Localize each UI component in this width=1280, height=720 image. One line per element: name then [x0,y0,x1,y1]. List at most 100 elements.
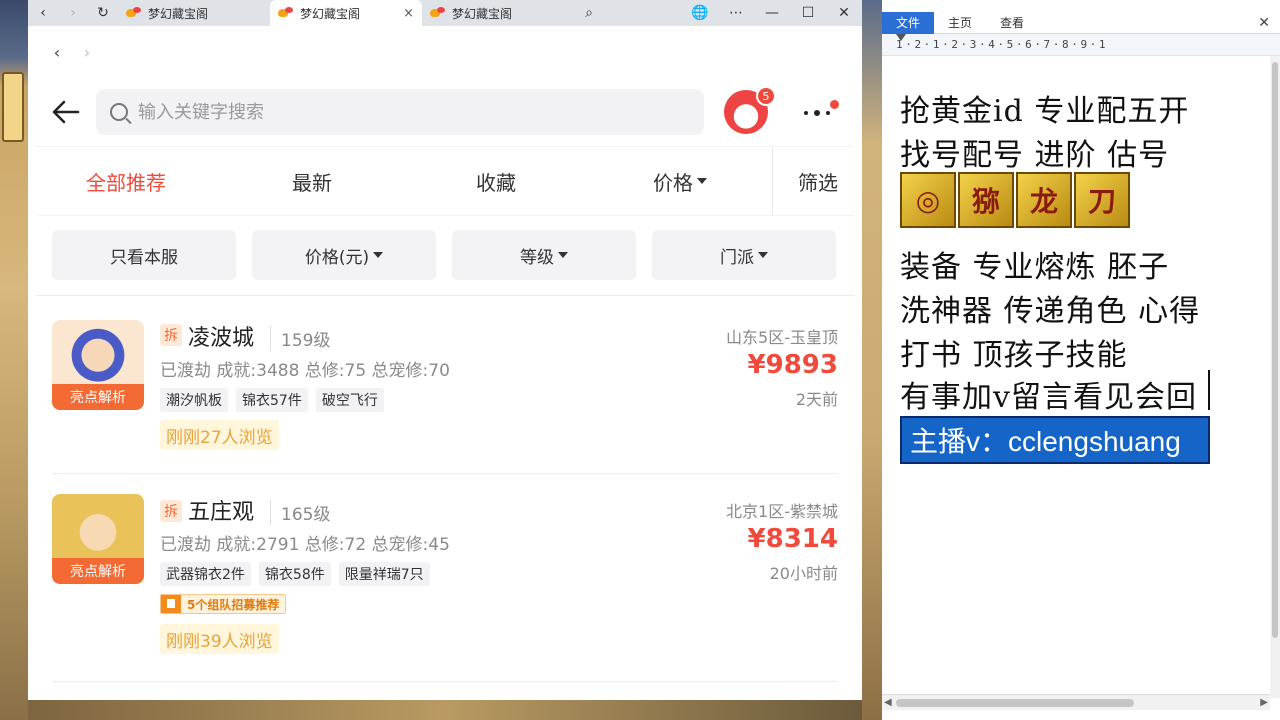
page-forward-icon[interactable]: › [72,26,102,78]
tab-title: 梦幻藏宝阁 [148,6,209,21]
caret-down-icon [373,252,384,258]
scrollbar-thumb[interactable] [1272,62,1278,638]
tab-price-label: 价格 [653,170,693,195]
team-recruit-text: 5个组队招募推荐 [187,597,280,612]
caret-down-icon [697,178,707,184]
site-favicon-icon [430,7,446,19]
browser-tab-2[interactable]: 梦幻藏宝阁 × [270,0,422,26]
tab-all-recommended[interactable]: 全部推荐 [56,147,196,215]
tab-favorites[interactable]: 收藏 [426,147,566,215]
list-item[interactable]: 亮点解析 拆 五庄观 165级 已渡劫 成就:2791 总修:72 总宠修:45… [36,474,854,682]
horizontal-scrollbar[interactable]: ◀ ▶ [882,694,1270,710]
emblem-image: 猕 [958,172,1014,228]
character-level: 159级 [270,326,330,351]
editor-title-strip [882,0,1280,12]
more-options-icon[interactable] [802,98,839,126]
document-line: 装备 专业熔炼 胚子 [900,250,1170,285]
caret-down-icon [558,252,568,258]
user-avatar[interactable]: 5 [724,86,776,134]
close-icon[interactable]: ✕ [1258,15,1270,31]
ribbon-tab-view[interactable]: 查看 [986,12,1038,34]
text-cursor [1208,370,1210,410]
minimize-icon[interactable]: — [754,0,790,26]
server-name: 山东5区-玉皇顶 [726,328,838,347]
character-stats: 已渡劫 成就:3488 总修:75 总宠修:70 [160,361,450,381]
split-badge: 拆 [160,324,182,346]
tab-price[interactable]: 价格 [610,147,750,215]
filter-price[interactable]: 价格(元) [252,230,436,280]
search-box[interactable] [96,89,704,135]
feature-tags: 武器锦衣2件 锦衣58件 限量祥瑞7只 [160,562,438,586]
back-arrow-icon[interactable] [36,78,96,146]
page-nav-bar: ‹ › [28,26,862,78]
document-line: 有事加v留言看见会回 [900,380,1197,415]
character-portrait [52,494,144,558]
back-icon[interactable]: ‹ [28,0,58,26]
highlight-analysis-tag: 亮点解析 [52,558,144,584]
forward-icon[interactable]: › [58,0,88,26]
browser-tab-1[interactable]: 梦幻藏宝阁 [118,0,270,26]
filter-level[interactable]: 等级 [452,230,636,280]
feature-tag: 武器锦衣2件 [160,562,251,586]
document-line: 找号配号 进阶 估号 [900,138,1170,173]
tab-filter[interactable]: 筛选 [782,147,854,215]
desktop-icon[interactable] [2,72,24,142]
page-back-icon[interactable]: ‹ [42,26,72,78]
maximize-icon[interactable]: ☐ [790,0,826,26]
server-name: 北京1区-紫禁城 [726,502,838,521]
ruler[interactable]: 1·2·1·2·3·4·5·6·7·8·9·1 [882,34,1280,56]
highlighted-contact: 主播v：cclengshuang [900,416,1210,464]
desktop-background-bottom [28,700,862,720]
vertical-scrollbar[interactable] [1270,56,1280,698]
filter-chips: 只看本服 价格(元) 等级 门派 [36,216,854,296]
site-favicon-icon [126,7,142,19]
scroll-right-icon[interactable]: ▶ [1260,695,1268,711]
tab-search-icon[interactable]: ⌕ [574,0,604,26]
ribbon-tab-file[interactable]: 文件 [882,11,935,34]
character-thumbnail[interactable]: 亮点解析 [52,320,144,410]
filter-school[interactable]: 门派 [652,230,836,280]
caret-down-icon [758,252,768,258]
emblem-image: ◎ [900,172,956,228]
posted-time: 2天前 [795,390,838,409]
filter-school-label: 门派 [720,247,754,268]
filter-this-server[interactable]: 只看本服 [52,230,236,280]
document-editor: 文件 主页 查看 ✕ 1·2·1·2·3·4·5·6·7·8·9·1 抢黄金id… [882,0,1280,720]
flag-icon [161,595,181,613]
listing-list: 亮点解析 拆 凌波城 159级 已渡劫 成就:3488 总修:75 总宠修:70… [36,296,854,700]
split-badge: 拆 [160,500,182,522]
character-stats: 已渡劫 成就:2791 总修:72 总宠修:45 [160,535,450,555]
emblem-image: 刀 [1074,172,1130,228]
item-divider [52,681,838,682]
list-item[interactable]: 亮点解析 拆 凌波城 159级 已渡劫 成就:3488 总修:75 总宠修:70… [36,296,854,474]
close-window-icon[interactable]: ✕ [826,0,862,26]
character-portrait [52,320,144,384]
emblem-images: ◎ 猕 龙 刀 [900,172,1132,228]
notification-badge: 5 [756,86,776,106]
browser-tab-3[interactable]: 梦幻藏宝阁 [422,0,574,26]
reload-icon[interactable]: ↻ [88,0,118,26]
document-line: 打书 顶孩子技能 [900,338,1128,373]
team-recruit-badge[interactable]: 5个组队招募推荐 [160,594,287,614]
app-content: 5 全部推荐 最新 收藏 价格 筛选 只看本服 价格(元) 等级 门派 [36,78,854,700]
feature-tag: 锦衣58件 [258,562,331,586]
price: ¥9893 [747,350,838,380]
recent-views: 刚刚39人浏览 [160,624,279,654]
scrollbar-thumb[interactable] [896,699,1134,707]
character-school: 凌波城 [188,326,255,351]
scroll-left-icon[interactable]: ◀ [884,695,892,711]
feature-tag: 破空飞行 [315,388,384,412]
highlight-analysis-tag: 亮点解析 [52,384,144,410]
tab-latest[interactable]: 最新 [242,147,382,215]
desktop-background-gap [862,0,882,720]
close-tab-icon[interactable]: × [403,6,414,21]
globe-icon[interactable]: 🌐 [682,0,718,26]
search-input[interactable] [138,101,638,123]
tab-title: 梦幻藏宝阁 [452,6,513,21]
ribbon-tab-home[interactable]: 主页 [934,12,986,34]
ribbon-tabs: 文件 主页 查看 ✕ [882,11,1280,34]
more-menu-icon[interactable]: ⋯ [718,0,754,26]
tab-title: 梦幻藏宝阁 [300,6,361,21]
document-page[interactable]: 抢黄金id 专业配五开 找号配号 进阶 估号 ◎ 猕 龙 刀 装备 专业熔炼 胚… [882,66,1272,690]
character-thumbnail[interactable]: 亮点解析 [52,494,144,584]
